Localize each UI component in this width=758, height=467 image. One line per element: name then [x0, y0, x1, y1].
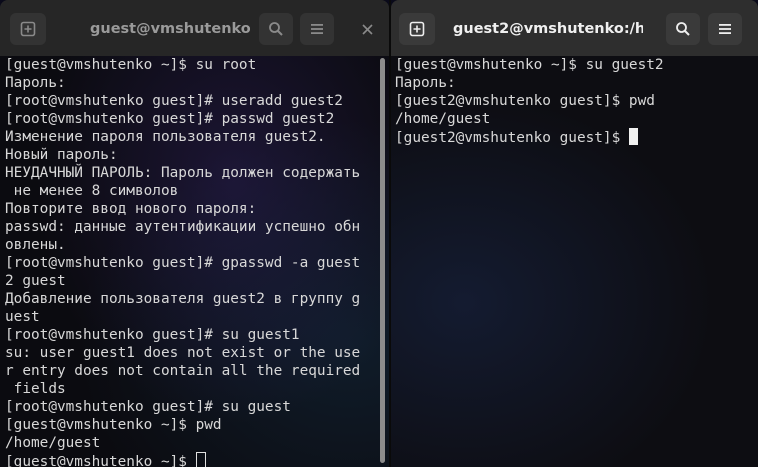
terminal-line: [guest@vmshutenko ~]$ pwd: [5, 417, 222, 433]
text-cursor: [628, 128, 638, 145]
desktop: guest@vmshutenko:~: [0, 0, 758, 467]
terminal-text-left[interactable]: [guest@vmshutenko ~]$ su root Пароль: [roo…: [5, 56, 360, 467]
search-icon: [268, 21, 284, 37]
terminal-line: [guest@vmshutenko ~]$ su guest2: [395, 57, 664, 73]
window-title: guest@vmshutenko:~: [90, 21, 250, 37]
terminal-line: /home/guest: [5, 435, 101, 451]
terminal-prompt-line[interactable]: [guest@vmshutenko ~]$: [5, 452, 360, 467]
terminal-line: [guest2@vmshutenko guest]$ pwd: [395, 93, 655, 109]
terminal-line: Добавление пользователя guest2 в группу …: [5, 291, 361, 307]
new-tab-button[interactable]: [10, 13, 46, 45]
terminal-line: fields: [5, 381, 66, 397]
terminal-line: овлены.: [5, 237, 66, 253]
headerbar-right: guest2@vmshutenko:/ho...: [391, 0, 758, 57]
text-cursor: [195, 452, 206, 467]
search-icon: [675, 21, 691, 37]
terminal-output-right[interactable]: [guest@vmshutenko ~]$ su guest2 Пароль: [g…: [391, 56, 758, 467]
terminal-line: [root@vmshutenko guest]# su guest: [5, 399, 291, 415]
terminal-line: Пароль:: [395, 75, 456, 91]
new-tab-icon: [409, 21, 425, 37]
new-tab-icon: [20, 21, 36, 37]
search-button[interactable]: [259, 13, 293, 45]
terminal-line: не менее 8 символов: [5, 183, 179, 199]
scrollbar[interactable]: [380, 56, 385, 467]
close-button[interactable]: [356, 18, 378, 40]
terminal-prompt-line[interactable]: [guest2@vmshutenko guest]$: [395, 128, 664, 146]
terminal-line: [root@vmshutenko guest]# gpasswd -a gues…: [5, 255, 361, 271]
search-button[interactable]: [666, 13, 700, 45]
terminal-prompt: [guest2@vmshutenko guest]$: [395, 130, 629, 146]
terminal-line: [guest@vmshutenko ~]$ su root: [5, 57, 257, 73]
terminal-line: Изменение пароля пользователя guest2.: [5, 129, 326, 145]
terminal-line: passwd: данные аутентификации успешно об…: [5, 219, 361, 235]
terminal-line: [root@vmshutenko guest]# su guest1: [5, 327, 300, 343]
menu-button[interactable]: [300, 13, 334, 45]
window-title: guest2@vmshutenko:/ho...: [453, 21, 643, 37]
terminal-line: Пароль:: [5, 75, 66, 91]
terminal-line: [root@vmshutenko guest]# useradd guest2: [5, 93, 343, 109]
close-icon: [361, 20, 373, 39]
terminal-text-right[interactable]: [guest@vmshutenko ~]$ su guest2 Пароль: [g…: [395, 56, 664, 146]
scrollbar-thumb[interactable]: [380, 58, 385, 463]
headerbar-left: guest@vmshutenko:~: [0, 0, 389, 57]
terminal-window-left[interactable]: guest@vmshutenko:~: [0, 0, 389, 467]
terminal-line: НЕУДАЧНЫЙ ПАРОЛЬ: Пароль должен содержат…: [5, 165, 361, 181]
terminal-line: 2 guest: [5, 273, 66, 289]
new-tab-button[interactable]: [399, 13, 435, 45]
terminal-line: uest: [5, 309, 40, 325]
terminal-line: su: user guest1 does not exist or the us…: [5, 345, 361, 361]
terminal-output-left[interactable]: [guest@vmshutenko ~]$ su root Пароль: [roo…: [0, 56, 389, 467]
terminal-prompt: [guest@vmshutenko ~]$: [5, 454, 196, 467]
terminal-line: Повторите ввод нового пароля:: [5, 201, 257, 217]
menu-button[interactable]: [708, 13, 742, 45]
terminal-line: Новый пароль:: [5, 147, 118, 163]
hamburger-menu-icon: [718, 23, 732, 35]
terminal-window-right[interactable]: guest2@vmshutenko:/ho...: [391, 0, 758, 467]
terminal-line: [root@vmshutenko guest]# passwd guest2: [5, 111, 335, 127]
hamburger-menu-icon: [310, 23, 324, 35]
terminal-line: /home/guest: [395, 111, 491, 127]
terminal-line: r entry does not contain all the require…: [5, 363, 361, 379]
